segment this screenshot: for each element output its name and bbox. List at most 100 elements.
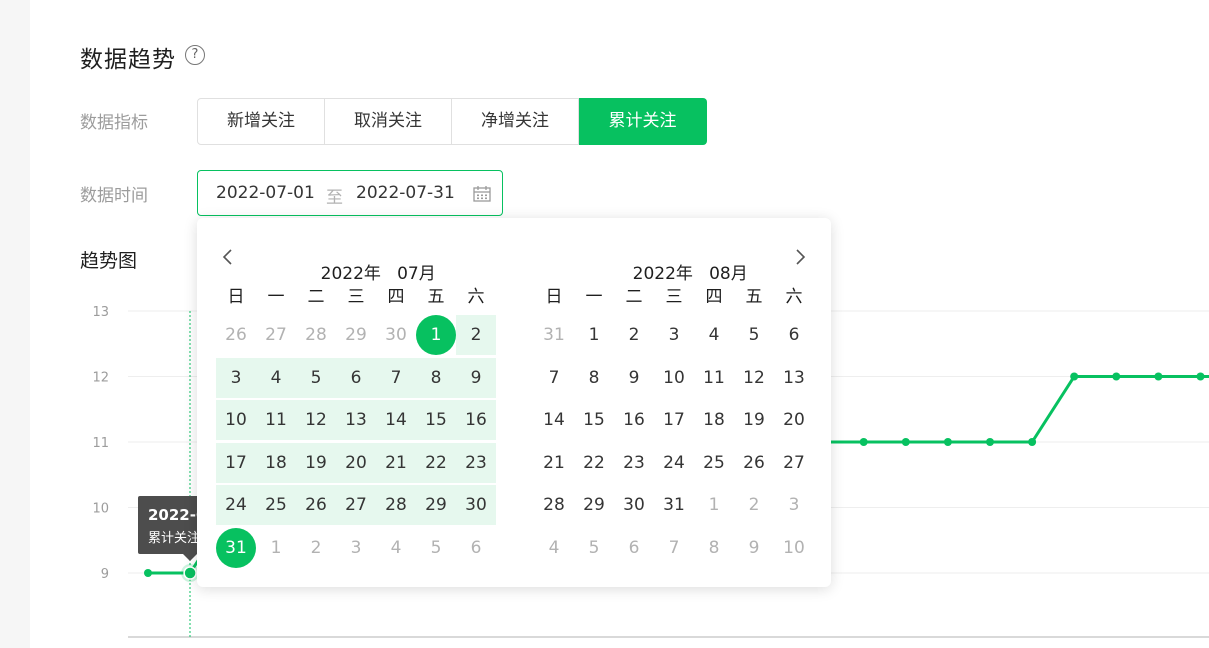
left-calendar-day[interactable]: 19 [296, 442, 336, 483]
right-calendar-day[interactable]: 1 [574, 315, 614, 355]
right-calendar-day[interactable]: 6 [774, 315, 814, 355]
right-calendar-day[interactable]: 27 [774, 443, 814, 483]
left-calendar-day[interactable]: 3 [336, 528, 376, 568]
weekday-header: 五 [427, 287, 445, 307]
right-month[interactable]: 08月 [709, 264, 748, 284]
left-calendar-day[interactable]: 9 [456, 357, 496, 398]
left-calendar-day[interactable]: 8 [416, 357, 456, 398]
left-calendar-day[interactable]: 15 [416, 400, 456, 440]
right-calendar-day[interactable]: 8 [694, 528, 734, 568]
left-calendar-day[interactable]: 29 [336, 315, 376, 355]
right-calendar-day[interactable]: 12 [734, 358, 774, 398]
left-calendar-day[interactable]: 27 [256, 315, 296, 355]
right-calendar-day[interactable]: 10 [654, 358, 694, 398]
right-calendar-day[interactable]: 13 [774, 358, 814, 398]
data-point [183, 566, 197, 580]
left-calendar-day[interactable]: 1 [256, 528, 296, 568]
right-calendar-day[interactable]: 2 [614, 315, 654, 355]
right-calendar-day[interactable]: 2 [734, 485, 774, 525]
tooltip-value: 累计关注 [148, 531, 201, 546]
left-calendar-day[interactable]: 26 [216, 315, 256, 355]
right-calendar-day[interactable]: 9 [734, 528, 774, 568]
left-calendar-day[interactable]: 16 [456, 400, 496, 440]
right-calendar-day[interactable]: 3 [774, 485, 814, 525]
right-calendar-day[interactable]: 29 [574, 485, 614, 525]
right-calendar-day[interactable]: 21 [534, 443, 574, 483]
left-calendar-day[interactable]: 24 [216, 485, 256, 525]
left-calendar-day[interactable]: 30 [456, 485, 496, 525]
left-calendar-day[interactable]: 29 [416, 485, 456, 525]
chevron-left-icon[interactable] [219, 248, 237, 266]
left-calendar-day[interactable]: 2 [456, 315, 496, 355]
right-calendar-day[interactable]: 20 [774, 400, 814, 440]
left-calendar-day[interactable]: 31 [216, 527, 256, 568]
right-calendar-day[interactable]: 26 [734, 443, 774, 483]
data-point [1070, 372, 1079, 381]
right-calendar-day[interactable]: 9 [614, 358, 654, 398]
left-calendar-day[interactable]: 4 [256, 357, 296, 398]
right-calendar-day[interactable]: 14 [534, 400, 574, 440]
left-calendar-day[interactable]: 13 [336, 400, 376, 440]
left-calendar-day[interactable]: 3 [216, 357, 256, 398]
right-calendar-day[interactable]: 18 [694, 400, 734, 440]
right-calendar-day[interactable]: 3 [654, 315, 694, 355]
left-calendar-day[interactable]: 28 [376, 485, 416, 525]
data-point [1028, 438, 1037, 446]
right-calendar-day[interactable]: 8 [574, 358, 614, 398]
left-calendar-day[interactable]: 6 [336, 357, 376, 398]
left-calendar-day[interactable]: 10 [216, 400, 256, 440]
data-point [901, 438, 910, 446]
right-calendar-day[interactable]: 24 [654, 443, 694, 483]
right-calendar-day[interactable]: 23 [614, 443, 654, 483]
left-calendar-day[interactable]: 1 [416, 315, 456, 355]
left-calendar-day[interactable]: 23 [456, 442, 496, 483]
right-calendar-day[interactable]: 5 [574, 528, 614, 568]
right-calendar-day[interactable]: 10 [774, 528, 814, 568]
left-year[interactable]: 2022年 [321, 264, 381, 284]
right-calendar-day[interactable]: 17 [654, 400, 694, 440]
left-calendar-day[interactable]: 28 [296, 315, 336, 355]
right-calendar-day[interactable]: 22 [574, 443, 614, 483]
chevron-right-icon[interactable] [791, 248, 809, 266]
left-calendar-day[interactable]: 22 [416, 442, 456, 483]
left-calendar-day[interactable]: 6 [456, 528, 496, 568]
left-calendar-day[interactable]: 27 [336, 485, 376, 525]
right-calendar-day[interactable]: 31 [534, 315, 574, 355]
right-calendar-day[interactable]: 4 [694, 315, 734, 355]
right-year[interactable]: 2022年 [633, 264, 693, 284]
right-calendar-day[interactable]: 1 [694, 485, 734, 525]
left-calendar-day[interactable]: 7 [376, 357, 416, 398]
left-calendar-day[interactable]: 18 [256, 442, 296, 483]
left-calendar-day[interactable]: 5 [416, 528, 456, 568]
left-month[interactable]: 07月 [397, 264, 436, 284]
right-calendar-day[interactable]: 4 [534, 528, 574, 568]
right-calendar-day[interactable]: 19 [734, 400, 774, 440]
right-calendar-day[interactable]: 28 [534, 485, 574, 525]
weekday-header: 六 [467, 287, 485, 307]
left-calendar-day[interactable]: 30 [376, 315, 416, 355]
right-calendar-day[interactable]: 7 [654, 528, 694, 568]
left-calendar-day[interactable]: 12 [296, 400, 336, 440]
right-calendar-day[interactable]: 15 [574, 400, 614, 440]
left-calendar-day[interactable]: 5 [296, 357, 336, 398]
right-calendar-day[interactable]: 11 [694, 358, 734, 398]
left-calendar-day[interactable]: 20 [336, 442, 376, 483]
date-range-picker: 2022年 07月 2022年 08月 日一二三四五六日一二三四五六 26 27 28… [197, 218, 831, 587]
right-calendar-day[interactable]: 25 [694, 443, 734, 483]
right-calendar-day[interactable]: 7 [534, 358, 574, 398]
right-calendar-day[interactable]: 31 [654, 485, 694, 525]
left-calendar-day[interactable]: 26 [296, 485, 336, 525]
left-calendar-day[interactable]: 11 [256, 400, 296, 440]
left-calendar-day[interactable]: 17 [216, 442, 256, 483]
left-calendar-day[interactable]: 14 [376, 400, 416, 440]
right-calendar-day[interactable]: 5 [734, 315, 774, 355]
right-calendar-day[interactable]: 16 [614, 400, 654, 440]
weekday-header: 日 [545, 287, 563, 307]
weekday-header: 五 [745, 287, 763, 307]
left-calendar-day[interactable]: 2 [296, 528, 336, 568]
left-calendar-day[interactable]: 21 [376, 442, 416, 483]
right-calendar-day[interactable]: 6 [614, 528, 654, 568]
left-calendar-day[interactable]: 25 [256, 485, 296, 525]
left-calendar-day[interactable]: 4 [376, 528, 416, 568]
right-calendar-day[interactable]: 30 [614, 485, 654, 525]
